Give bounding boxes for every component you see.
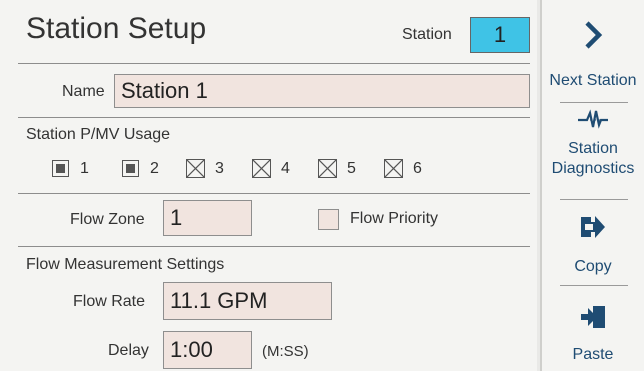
delay-field[interactable]: 1:00 (163, 331, 252, 369)
name-label: Name (62, 83, 105, 100)
flow-zone-field[interactable]: 1 (163, 200, 252, 236)
divider (560, 102, 628, 103)
copy-label: Copy (574, 258, 612, 275)
station-label: Station (402, 26, 452, 43)
chevron-right-icon (585, 21, 603, 49)
pmv-checkbox-label: 6 (413, 160, 422, 177)
pmv-checkbox-5[interactable] (318, 159, 337, 178)
diagnostics-label-line1: Station (568, 140, 618, 157)
divider (18, 193, 530, 194)
paste-label: Paste (572, 346, 614, 363)
pmv-checkbox-label: 1 (80, 160, 89, 177)
pmv-checkbox-label: 3 (215, 160, 224, 177)
pmv-checkbox-label: 2 (150, 160, 159, 177)
divider (560, 199, 628, 200)
divider (560, 285, 628, 286)
copy-arrow-icon (581, 216, 605, 238)
station-number-field[interactable]: 1 (470, 17, 530, 53)
flow-rate-field[interactable]: 11.1 GPM (163, 282, 332, 320)
sidebar: Next Station Station Diagnostics Copy Pa… (540, 0, 644, 371)
divider (18, 63, 530, 64)
copy-button[interactable]: Copy (542, 214, 644, 276)
delay-label: Delay (108, 342, 149, 359)
pmv-checkbox-label: 5 (347, 160, 356, 177)
page-title: Station Setup (26, 12, 207, 45)
flow-rate-label: Flow Rate (73, 293, 146, 310)
diagnostics-label-line2: Diagnostics (551, 160, 635, 177)
paste-button[interactable]: Paste (542, 304, 644, 364)
divider (18, 246, 530, 247)
pmv-checkbox-1[interactable] (52, 160, 69, 177)
flow-zone-label: Flow Zone (70, 211, 145, 228)
station-setup-screen: Station Setup Station 1 Name Station 1 S… (0, 0, 644, 371)
pmv-checkbox-label: 4 (281, 160, 290, 177)
pmv-checkbox-3[interactable] (186, 159, 205, 178)
paste-arrow-icon (581, 306, 605, 328)
waveform-icon (578, 109, 608, 129)
next-station-button[interactable]: Next Station (542, 18, 644, 90)
pmv-heading: Station P/MV Usage (26, 126, 171, 143)
flow-priority-label: Flow Priority (350, 210, 439, 227)
flow-priority-checkbox[interactable] (318, 209, 339, 230)
divider (18, 117, 530, 118)
next-station-label: Next Station (549, 72, 637, 89)
pmv-checkbox-4[interactable] (252, 159, 271, 178)
name-field[interactable]: Station 1 (114, 74, 530, 108)
measurement-heading: Flow Measurement Settings (26, 256, 225, 273)
station-diagnostics-button[interactable]: Station Diagnostics (542, 108, 644, 178)
pmv-checkbox-6[interactable] (384, 159, 403, 178)
delay-unit-label: (M:SS) (262, 343, 309, 360)
main-panel: Station Setup Station 1 Name Station 1 S… (0, 0, 537, 371)
pmv-checkbox-2[interactable] (122, 160, 139, 177)
